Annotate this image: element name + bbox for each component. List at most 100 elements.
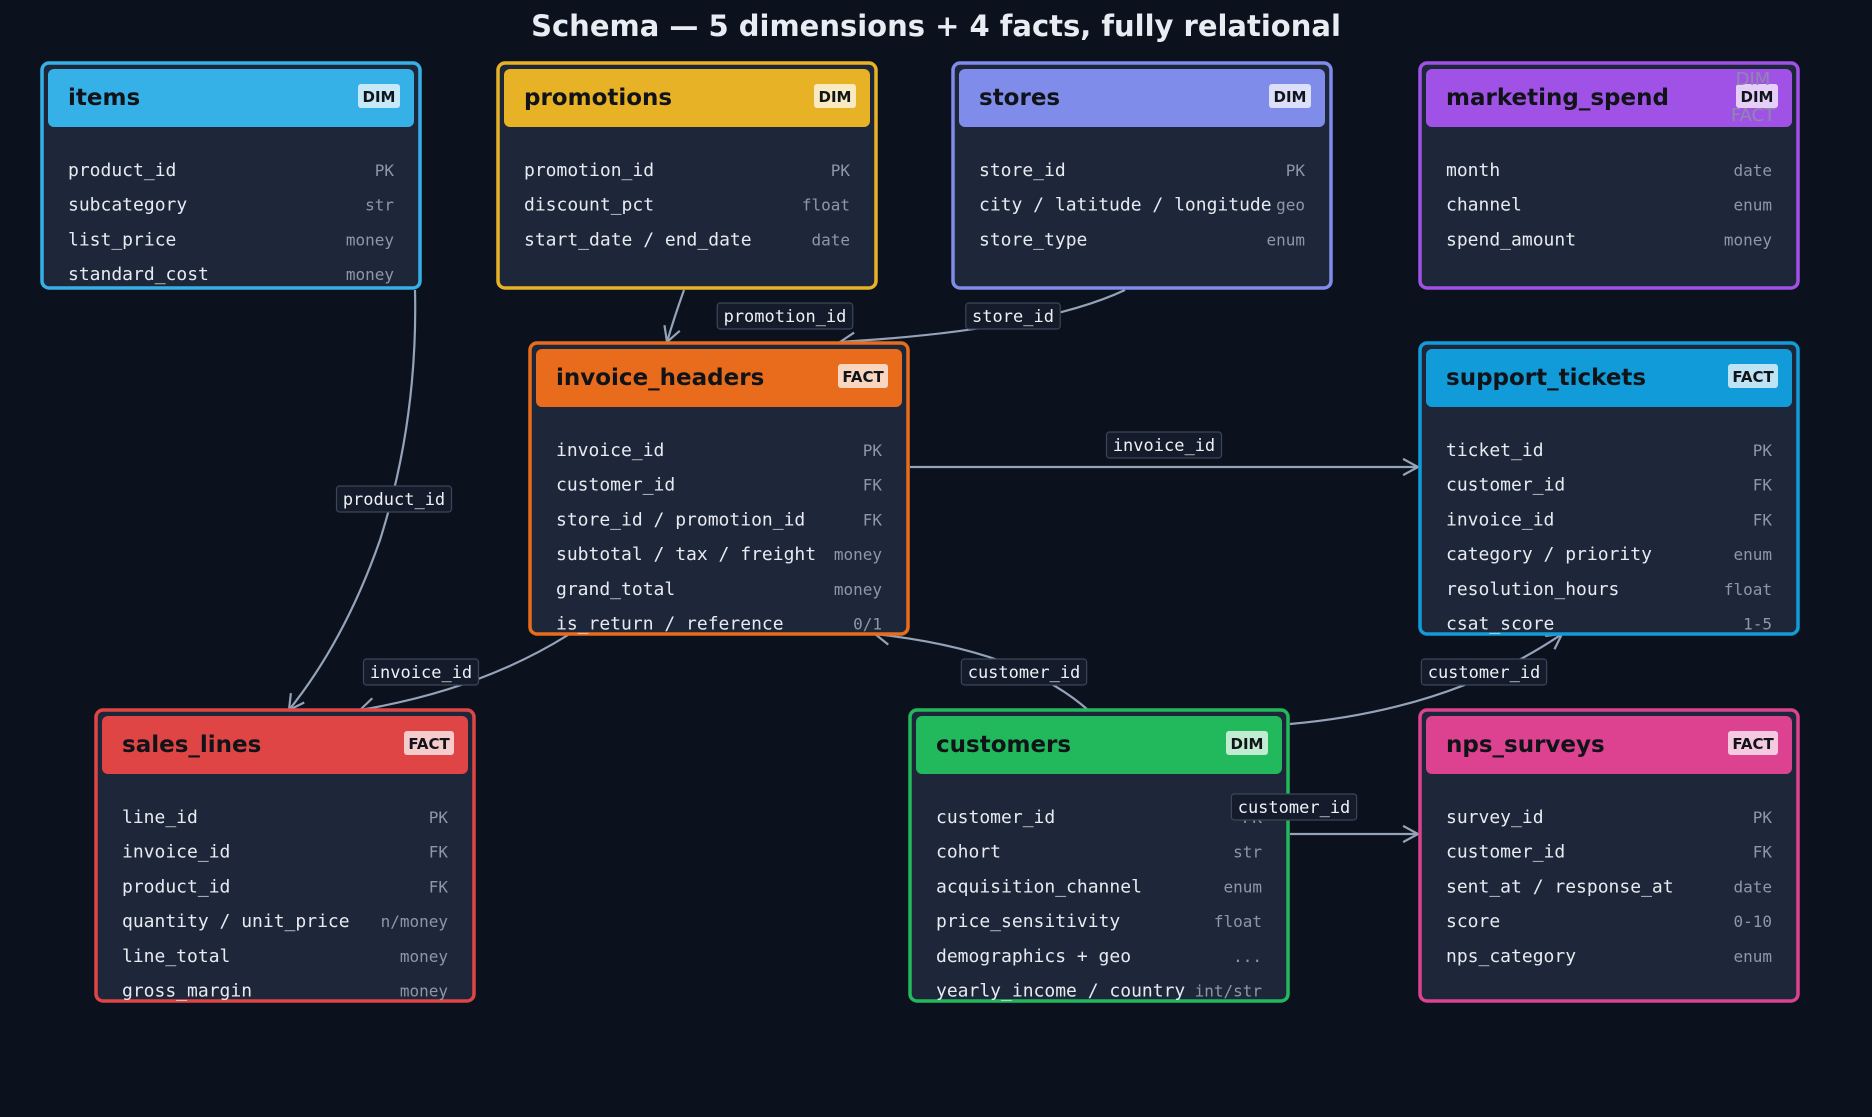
column-name: customer_id: [936, 807, 1055, 828]
column-name: survey_id: [1446, 807, 1544, 828]
column-type: int/str: [1195, 982, 1263, 1001]
table-type-badge-label: DIM: [363, 88, 396, 106]
column-type: PK: [1753, 441, 1773, 460]
table-type-badge-label: DIM: [1274, 88, 1307, 106]
column-type: geo: [1276, 196, 1305, 215]
table-name: marketing_spend: [1446, 85, 1669, 111]
column-type: FK: [1753, 510, 1773, 529]
table-support_tickets[interactable]: support_tickets FACT ticket_id PK customer_i…: [1418, 341, 1800, 636]
relationship-label-text: customer_id: [1428, 663, 1541, 683]
relationship-label-cust_st: customer_id: [1420, 658, 1548, 686]
column-type: date: [1733, 877, 1772, 896]
relationship-label-text: invoice_id: [1113, 436, 1215, 456]
table-name: promotions: [524, 85, 672, 111]
relationship-label-inv_sl: invoice_id: [362, 658, 480, 686]
column-name: csat_score: [1446, 614, 1554, 635]
column-type: str: [365, 196, 394, 215]
column-type: date: [1733, 161, 1772, 180]
relationship-label-promo: promotion_id: [716, 302, 854, 330]
column-name: invoice_id: [556, 440, 664, 461]
column-name: is_return / reference: [556, 614, 784, 635]
relationship-label-cust_nps: customer_id: [1230, 793, 1358, 821]
table-ghost-label: FACT: [1731, 105, 1776, 126]
table-nps_surveys[interactable]: nps_surveys FACT survey_id PK customer_id FK s…: [1418, 708, 1800, 1003]
table-stores[interactable]: stores DIM store_id PK city / latitude / lon…: [951, 61, 1333, 290]
table-name: invoice_headers: [556, 365, 764, 391]
column-name: invoice_id: [122, 842, 230, 863]
column-type: money: [1724, 230, 1773, 249]
table-invoice_headers[interactable]: invoice_headers FACT invoice_id PK customer_…: [528, 341, 910, 636]
column-name: subtotal / tax / freight: [556, 544, 816, 565]
column-name: start_date / end_date: [524, 229, 752, 250]
column-name: ticket_id: [1446, 440, 1544, 461]
column-name: resolution_hours: [1446, 579, 1619, 600]
column-type: 0/1: [853, 615, 882, 634]
column-type: money: [834, 545, 883, 564]
table-type-badge-label: FACT: [408, 735, 450, 753]
table-type-badge-label: DIM: [1741, 88, 1774, 106]
column-type: float: [1214, 912, 1262, 931]
column-type: date: [811, 230, 850, 249]
column-name: invoice_id: [1446, 509, 1554, 530]
diagram-title: Schema — 5 dimensions + 4 facts, fully r…: [531, 9, 1341, 43]
column-name: store_id: [979, 160, 1066, 181]
relationship-label-prod: product_id: [335, 485, 453, 513]
column-name: yearly_income / country: [936, 981, 1185, 1002]
column-name: spend_amount: [1446, 229, 1576, 250]
column-type: money: [346, 265, 395, 284]
column-type: FK: [429, 843, 449, 862]
relationship-label-store: store_id: [965, 302, 1061, 330]
column-name: discount_pct: [524, 195, 654, 216]
relationship-label-text: promotion_id: [724, 307, 847, 327]
column-name: subcategory: [68, 195, 187, 216]
column-type: PK: [429, 808, 449, 827]
column-name: channel: [1446, 195, 1522, 216]
column-type: enum: [1733, 947, 1772, 966]
column-type: money: [834, 580, 883, 599]
relationship-label-text: invoice_id: [370, 663, 472, 683]
column-name: customer_id: [1446, 475, 1565, 496]
column-type: FK: [429, 877, 449, 896]
column-type: enum: [1223, 877, 1262, 896]
column-name: quantity / unit_price: [122, 911, 350, 932]
table-promotions[interactable]: promotions DIM promotion_id PK discount_pct f…: [496, 61, 878, 290]
table-ghost-label: DIM: [1736, 69, 1771, 90]
table-type-badge-label: FACT: [1732, 368, 1774, 386]
column-type: 1-5: [1743, 615, 1772, 634]
column-name: customer_id: [1446, 842, 1565, 863]
table-customers[interactable]: customersDIMcustomer_idPKcohortstracquis…: [908, 708, 1290, 1003]
table-name: support_tickets: [1446, 365, 1646, 391]
column-type: float: [1724, 580, 1772, 599]
table-name: items: [68, 85, 140, 111]
column-name: standard_cost: [68, 264, 209, 285]
table-type-badge-label: DIM: [1231, 735, 1264, 753]
column-type: FK: [863, 476, 883, 495]
relationship-label-inv_st: invoice_id: [1105, 431, 1223, 459]
column-type: float: [802, 196, 850, 215]
column-type: n/money: [381, 912, 449, 931]
column-type: ...: [1233, 947, 1262, 966]
tables-layer: items DIM product_id PK subcategory str list_p…: [40, 61, 1800, 1003]
column-type: FK: [1753, 843, 1773, 862]
relationship-label-text: store_id: [972, 307, 1054, 327]
column-type: enum: [1733, 545, 1772, 564]
column-name: product_id: [122, 876, 230, 897]
table-name: customers: [936, 732, 1071, 758]
column-name: demographics + geo: [936, 946, 1131, 967]
column-type: PK: [1286, 161, 1306, 180]
table-name: stores: [979, 85, 1060, 111]
table-items[interactable]: items DIM product_id PK subcategory str list_p…: [40, 61, 422, 290]
column-type: PK: [375, 161, 395, 180]
column-name: sent_at / response_at: [1446, 876, 1674, 897]
schema-diagram: Schema — 5 dimensions + 4 facts, fully r…: [40, 9, 1800, 1003]
column-type: 0-10: [1733, 912, 1772, 931]
column-name: line_id: [122, 807, 198, 828]
column-name: customer_id: [556, 475, 675, 496]
table-marketing_spend[interactable]: marketing_spend DIMDIMFACTmonth datechanne…: [1418, 61, 1800, 290]
table-sales_lines[interactable]: sales_lines FACT line_id PK invoice_id FK prod…: [94, 708, 476, 1003]
column-name: month: [1446, 160, 1500, 181]
column-name: product_id: [68, 160, 176, 181]
column-name: category / priority: [1446, 544, 1652, 565]
column-type: FK: [863, 510, 883, 529]
column-name: grand_total: [556, 579, 675, 600]
